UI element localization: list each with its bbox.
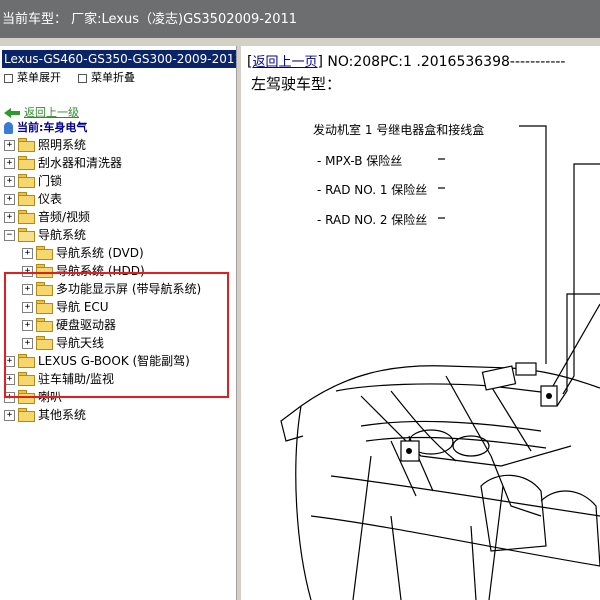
content-pane: [返回上一页] NO:208PC:1 .2016536398----------… xyxy=(241,46,600,600)
back-arrow-icon[interactable] xyxy=(4,107,20,118)
tree-item-label: 其他系统 xyxy=(38,408,87,422)
collapse-all-button[interactable]: 菜单折叠 xyxy=(78,70,135,86)
tree-item-label: 仪表 xyxy=(38,192,63,206)
expand-toggle-icon[interactable]: + xyxy=(4,158,15,169)
folder-icon xyxy=(18,174,35,188)
expand-toggle-icon[interactable]: + xyxy=(4,194,15,205)
folder-icon xyxy=(18,210,35,224)
leader-line-relay-box xyxy=(519,125,547,364)
expand-toggle-icon[interactable]: + xyxy=(4,176,15,187)
folder-icon xyxy=(36,246,53,260)
tree-item-label: 导航系统 (DVD) xyxy=(56,246,144,260)
current-label: 当前:车身电气 xyxy=(17,121,88,134)
vehicle-diagram xyxy=(280,125,600,600)
back-link[interactable]: 返回上一级 xyxy=(24,106,79,119)
tree-item-label: 导航系统 xyxy=(38,228,87,242)
expand-all-icon xyxy=(4,73,13,83)
location-icon xyxy=(4,122,13,134)
tree-item-label: 刮水器和清洗器 xyxy=(38,156,123,170)
title-bar: 当前车型： 厂家:Lexus（凌志)GS3502009-2011 xyxy=(0,0,600,38)
tree-item-label: 音频/视频 xyxy=(38,210,91,224)
folder-icon xyxy=(18,156,35,170)
vehicle-title[interactable]: Lexus-GS460-GS350-GS300-2009-2011- xyxy=(2,50,236,68)
collapse-all-icon xyxy=(78,73,87,83)
folder-icon xyxy=(18,138,35,152)
folder-icon xyxy=(18,408,35,422)
toolbar-strip xyxy=(0,38,600,46)
leader-line-3 xyxy=(556,293,600,407)
folder-icon xyxy=(18,192,35,206)
folder-open-icon xyxy=(18,228,35,242)
window-title: 当前车型： 厂家:Lexus（凌志)GS3502009-2011 xyxy=(2,12,298,27)
collapse-toggle-icon[interactable]: − xyxy=(4,230,15,241)
tree-item-label: 门锁 xyxy=(38,174,63,188)
current-location: 当前:车身电气 xyxy=(4,120,87,136)
back-row: 返回上一级 xyxy=(4,104,79,120)
expand-toggle-icon[interactable]: + xyxy=(4,410,15,421)
expand-toggle-icon[interactable]: + xyxy=(4,140,15,151)
expand-toggle-icon[interactable]: + xyxy=(22,248,33,259)
expand-all-label: 菜单展开 xyxy=(17,71,61,84)
collapse-all-label: 菜单折叠 xyxy=(91,71,135,84)
highlight-box xyxy=(4,272,229,398)
tree-item-label: 照明系统 xyxy=(38,138,87,152)
expand-toggle-icon[interactable]: + xyxy=(4,212,15,223)
expand-all-button[interactable]: 菜单展开 xyxy=(4,70,61,86)
navigation-pane: Lexus-GS460-GS350-GS300-2009-2011- 菜单展开 … xyxy=(0,46,236,600)
